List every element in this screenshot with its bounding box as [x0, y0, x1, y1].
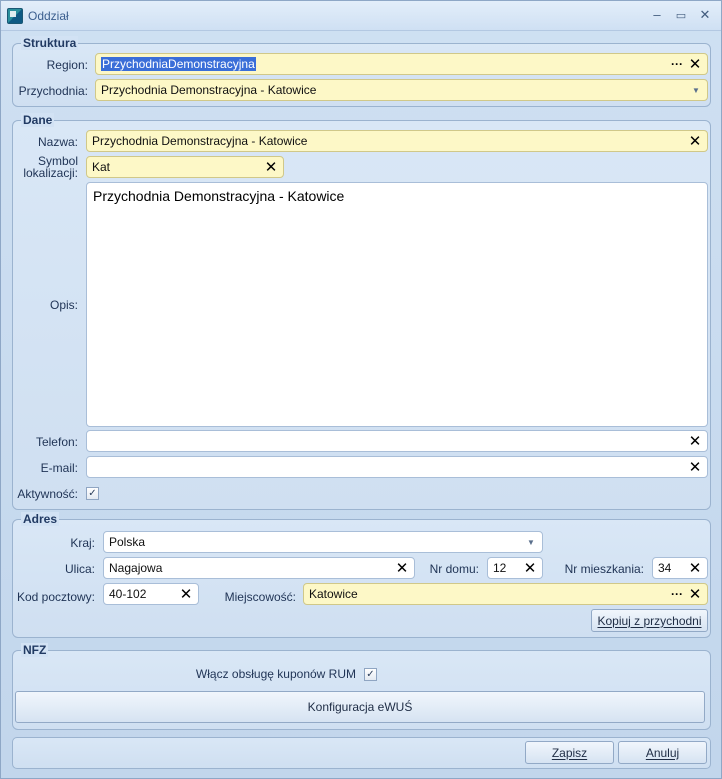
- ellipsis-icon[interactable]: ···: [669, 584, 685, 604]
- ulica-label: Ulica:: [64, 562, 95, 576]
- opis-value: Przychodnia Demonstracyjna - Katowice: [93, 188, 345, 204]
- close-icon[interactable]: ✕: [520, 558, 540, 578]
- przychodnia-label: Przychodnia:: [18, 84, 88, 98]
- kraj-select[interactable]: Polska ▼: [103, 531, 543, 553]
- kraj-label: Kraj:: [70, 536, 95, 550]
- przychodnia-value: Przychodnia Demonstracyjna - Katowice: [101, 83, 317, 97]
- close-icon[interactable]: ✕: [685, 457, 705, 477]
- nr-mieszkania-label: Nr mieszkania:: [564, 562, 644, 576]
- symbol-lokalizacji-field[interactable]: Kat ✕: [86, 156, 284, 178]
- miejscowosc-field[interactable]: Katowice ··· ✕: [303, 583, 708, 605]
- group-title-nfz: NFZ: [21, 643, 49, 657]
- anuluj-button[interactable]: Anuluj: [618, 741, 707, 764]
- aktywnosc-checkbox[interactable]: ✓: [86, 487, 99, 500]
- konfiguracja-ewus-button[interactable]: Konfiguracja eWUŚ: [15, 691, 705, 723]
- symbol-label: Symbol lokalizacji:: [11, 155, 78, 179]
- kod-pocztowy-field[interactable]: 40-102 ✕: [103, 583, 199, 605]
- email-field[interactable]: ✕: [86, 456, 708, 478]
- nr-mieszkania-value: 34: [658, 561, 672, 575]
- ellipsis-icon[interactable]: ···: [669, 54, 685, 74]
- close-icon[interactable]: ✕: [685, 131, 705, 151]
- close-icon[interactable]: ✕: [392, 558, 412, 578]
- nazwa-value: Przychodnia Demonstracyjna - Katowice: [92, 134, 308, 148]
- region-value[interactable]: PrzychodniaDemonstracyjna: [101, 57, 256, 71]
- miejscowosc-value: Katowice: [309, 587, 358, 601]
- check-icon: ✓: [88, 488, 97, 499]
- close-icon[interactable]: ✕: [685, 558, 705, 578]
- minimize-button[interactable]: –: [647, 6, 667, 24]
- close-icon[interactable]: ✕: [685, 584, 705, 604]
- nr-domu-value: 12: [493, 561, 507, 575]
- symbol-label-line2: lokalizacji:: [23, 166, 78, 180]
- aktywnosc-label: Aktywność:: [17, 487, 78, 501]
- chevron-down-icon[interactable]: ▼: [520, 532, 542, 552]
- nazwa-label: Nazwa:: [37, 135, 78, 149]
- telefon-field[interactable]: ✕: [86, 430, 708, 452]
- kod-pocztowy-label: Kod pocztowy:: [16, 590, 95, 604]
- rum-label: Włącz obsługę kuponów RUM: [195, 667, 356, 681]
- ulica-field[interactable]: Nagajowa ✕: [103, 557, 415, 579]
- close-window-button[interactable]: ✕: [695, 6, 715, 24]
- przychodnia-select[interactable]: Przychodnia Demonstracyjna - Katowice ▼: [95, 79, 708, 101]
- chevron-down-icon[interactable]: ▼: [685, 80, 707, 100]
- ulica-value: Nagajowa: [109, 561, 163, 575]
- region-label: Region:: [46, 58, 88, 72]
- zapisz-label: Zapisz: [551, 745, 588, 760]
- title-bar[interactable]: Oddział – ▭ ✕: [1, 1, 721, 31]
- zapisz-button[interactable]: Zapisz: [525, 741, 614, 764]
- opis-textarea[interactable]: Przychodnia Demonstracyjna - Katowice: [86, 182, 708, 427]
- maximize-icon: ▭: [675, 10, 687, 22]
- check-icon: ✓: [366, 669, 375, 680]
- kopiuj-z-przychodni-button[interactable]: Kopiuj z przychodni: [591, 609, 708, 632]
- dialog-window: Oddział – ▭ ✕ Struktura Region: Przychod…: [0, 0, 722, 779]
- symbol-value: Kat: [92, 160, 111, 174]
- telefon-label: Telefon:: [35, 435, 78, 449]
- nr-domu-field[interactable]: 12 ✕: [487, 557, 543, 579]
- window-title: Oddział: [28, 9, 69, 23]
- kod-pocztowy-value: 40-102: [109, 587, 147, 601]
- kraj-value: Polska: [109, 535, 146, 549]
- nr-mieszkania-field[interactable]: 34 ✕: [652, 557, 708, 579]
- anuluj-label: Anuluj: [645, 745, 680, 760]
- ewus-label: Konfiguracja eWUŚ: [307, 700, 413, 714]
- minimize-icon: –: [653, 7, 661, 22]
- region-field[interactable]: PrzychodniaDemonstracyjna ··· ✕: [95, 53, 708, 75]
- nazwa-field[interactable]: Przychodnia Demonstracyjna - Katowice ✕: [86, 130, 708, 152]
- group-title-struktura: Struktura: [21, 36, 79, 50]
- close-icon: ✕: [699, 7, 711, 22]
- rum-checkbox[interactable]: ✓: [364, 668, 377, 681]
- close-icon[interactable]: ✕: [261, 157, 281, 177]
- kopiuj-label: Kopiuj z przychodni: [597, 613, 702, 628]
- group-title-dane: Dane: [21, 113, 55, 127]
- maximize-button[interactable]: ▭: [671, 6, 691, 24]
- close-icon[interactable]: ✕: [685, 54, 705, 74]
- email-label: E-mail:: [40, 461, 78, 475]
- opis-label: Opis:: [49, 298, 78, 312]
- app-icon: [7, 8, 23, 24]
- close-icon[interactable]: ✕: [176, 584, 196, 604]
- miejscowosc-label: Miejscowość:: [224, 590, 296, 604]
- group-title-adres: Adres: [21, 512, 60, 526]
- nr-domu-label: Nr domu:: [429, 562, 479, 576]
- close-icon[interactable]: ✕: [685, 431, 705, 451]
